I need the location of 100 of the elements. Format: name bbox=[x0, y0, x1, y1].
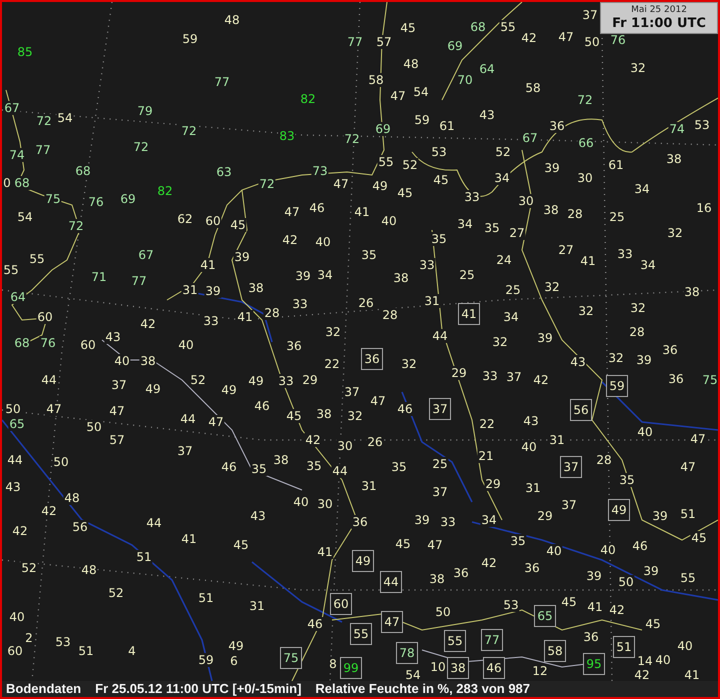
station-value: 54 bbox=[412, 85, 430, 99]
station-value: 45 bbox=[560, 595, 578, 609]
station-value: 16 bbox=[695, 201, 713, 215]
station-value: 67 bbox=[521, 131, 539, 145]
station-value: 34 bbox=[639, 258, 657, 272]
station-value: 75 bbox=[701, 373, 718, 387]
station-value: 31 bbox=[360, 479, 378, 493]
station-value: 35 bbox=[618, 473, 636, 487]
station-value: 67 bbox=[137, 248, 155, 262]
boxed-station-value: 60 bbox=[330, 593, 352, 615]
station-value: 34 bbox=[633, 182, 651, 196]
station-value: 37 bbox=[560, 498, 578, 512]
station-value: 44 bbox=[331, 464, 349, 478]
boxed-station-value: 49 bbox=[352, 550, 374, 572]
boxed-station-value: 77 bbox=[481, 629, 503, 651]
station-value: 41 bbox=[236, 310, 254, 324]
station-value: 29 bbox=[484, 477, 502, 491]
station-value: 61 bbox=[607, 158, 625, 172]
station-value: 69 bbox=[374, 122, 392, 136]
station-value: 55 bbox=[2, 263, 20, 277]
station-value: 54 bbox=[16, 210, 34, 224]
station-value: 29 bbox=[536, 509, 554, 523]
station-value: 44 bbox=[145, 516, 163, 530]
station-value: 52 bbox=[20, 561, 38, 575]
station-value: 64 bbox=[478, 62, 496, 76]
station-value: 29 bbox=[301, 373, 319, 387]
station-value: 43 bbox=[522, 414, 540, 428]
station-value: 38 bbox=[315, 407, 333, 421]
station-value: 72 bbox=[132, 140, 150, 154]
station-value: 37 bbox=[343, 385, 361, 399]
station-value: 53 bbox=[54, 635, 72, 649]
station-value: 36 bbox=[548, 119, 566, 133]
station-value: 44 bbox=[6, 453, 24, 467]
station-value: 49 bbox=[227, 639, 245, 653]
station-value: 76 bbox=[609, 33, 627, 47]
boxed-station-value: 99 bbox=[340, 657, 362, 679]
station-value: 29 bbox=[450, 366, 468, 380]
station-value: 49 bbox=[371, 179, 389, 193]
station-value: 31 bbox=[423, 294, 441, 308]
station-value: 68 bbox=[74, 164, 92, 178]
station-value: 38 bbox=[272, 453, 290, 467]
station-value: 48 bbox=[223, 13, 241, 27]
station-value: 32 bbox=[543, 280, 561, 294]
station-value: 52 bbox=[494, 145, 512, 159]
station-value: 28 bbox=[595, 453, 613, 467]
boxed-station-value: 59 bbox=[606, 375, 628, 397]
station-value: 64 bbox=[9, 290, 27, 304]
boxed-station-value: 36 bbox=[361, 348, 383, 370]
station-value: 57 bbox=[375, 35, 393, 49]
station-value: 33 bbox=[439, 515, 457, 529]
station-value: 8 bbox=[328, 657, 338, 671]
station-value: 36 bbox=[661, 343, 679, 357]
station-value: 45 bbox=[399, 21, 417, 35]
boxed-station-value: 37 bbox=[429, 398, 451, 420]
station-value: 59 bbox=[181, 32, 199, 46]
station-value: 52 bbox=[189, 373, 207, 387]
station-value: 67 bbox=[3, 101, 21, 115]
station-value: 32 bbox=[629, 301, 647, 315]
station-value: 33 bbox=[616, 247, 634, 261]
station-value: 72 bbox=[180, 124, 198, 138]
station-value: 69 bbox=[119, 192, 137, 206]
station-value: 31 bbox=[181, 283, 199, 297]
station-value: 82 bbox=[299, 92, 317, 106]
station-value: 55 bbox=[679, 571, 697, 585]
station-value: 47 bbox=[426, 538, 444, 552]
station-value: 36 bbox=[523, 561, 541, 575]
boxed-station-value: 49 bbox=[608, 499, 630, 521]
station-value: 45 bbox=[396, 186, 414, 200]
station-value: 38 bbox=[247, 281, 265, 295]
station-value: 38 bbox=[542, 203, 560, 217]
boxed-station-value: 41 bbox=[458, 303, 480, 325]
station-value: 31 bbox=[248, 599, 266, 613]
station-value: 75 bbox=[44, 192, 62, 206]
station-value: 35 bbox=[250, 462, 268, 476]
station-value: 33 bbox=[418, 258, 436, 272]
station-value: 41 bbox=[353, 205, 371, 219]
station-value: 30 bbox=[517, 194, 535, 208]
station-value: 41 bbox=[180, 532, 198, 546]
station-value: 45 bbox=[432, 173, 450, 187]
station-value: 51 bbox=[135, 550, 153, 564]
station-value: 42 bbox=[608, 603, 626, 617]
station-value: 6 bbox=[229, 654, 239, 668]
station-value: 68 bbox=[13, 336, 31, 350]
station-value: 32 bbox=[666, 226, 684, 240]
station-value: 77 bbox=[130, 274, 148, 288]
station-value: 47 bbox=[679, 460, 697, 474]
station-value: 40 bbox=[636, 425, 654, 439]
station-value: 28 bbox=[566, 207, 584, 221]
station-value: 53 bbox=[502, 598, 520, 612]
station-value: 37 bbox=[110, 378, 128, 392]
station-value: 43 bbox=[4, 480, 22, 494]
station-value: 45 bbox=[232, 538, 250, 552]
station-value: 25 bbox=[608, 210, 626, 224]
station-value: 43 bbox=[249, 509, 267, 523]
station-value: 35 bbox=[430, 232, 448, 246]
station-value: 39 bbox=[233, 250, 251, 264]
boxed-station-value: 95 bbox=[583, 653, 605, 675]
station-value: 66 bbox=[577, 136, 595, 150]
station-value: 35 bbox=[305, 459, 323, 473]
station-value: 50 bbox=[4, 402, 22, 416]
